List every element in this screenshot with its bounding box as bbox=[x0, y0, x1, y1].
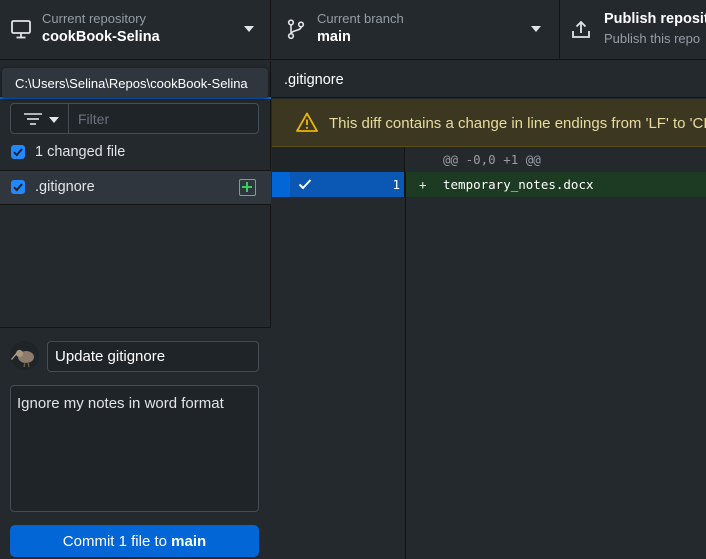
chevron-down-icon bbox=[531, 26, 541, 32]
branch-sub-label: Current branch bbox=[317, 11, 404, 26]
diff-file-name: .gitignore bbox=[284, 72, 344, 88]
diff-line[interactable]: 1 + temporary_notes.docx bbox=[272, 172, 706, 197]
commit-button-prefix: Commit 1 file to bbox=[62, 532, 172, 550]
filter-icon bbox=[24, 113, 42, 125]
commit-button-branch: main bbox=[171, 532, 207, 550]
check-icon bbox=[13, 148, 23, 157]
commit-form: Ignore my notes in word format Commit 1 … bbox=[0, 327, 271, 559]
line-selection-bar bbox=[272, 172, 290, 197]
current-repository-button[interactable]: Current repository cookBook-Selina bbox=[0, 0, 271, 60]
filter-bar bbox=[10, 103, 259, 134]
chevron-down-icon bbox=[244, 26, 254, 32]
kiwi-bird-icon bbox=[11, 349, 34, 368]
warning-text: This diff contains a change in line endi… bbox=[329, 115, 706, 132]
repository-path-tooltip: C:\Users\Selina\Repos\cookBook-Selina bbox=[2, 68, 268, 98]
repository-sub-label: Current repository bbox=[42, 11, 147, 26]
file-name: .gitignore bbox=[35, 179, 95, 195]
changed-files-header: 1 changed file bbox=[0, 139, 271, 171]
publish-title: Publish reposit bbox=[604, 11, 706, 27]
chevron-down-icon bbox=[49, 117, 59, 123]
desktop-icon bbox=[11, 20, 31, 39]
hunk-header-row: @@ -0,0 +1 @@ bbox=[272, 147, 706, 172]
check-icon bbox=[298, 179, 312, 190]
alert-icon bbox=[296, 112, 318, 132]
toolbar: Current repository cookBook-Selina Curre… bbox=[0, 0, 706, 60]
git-branch-icon bbox=[287, 19, 305, 40]
branch-name: main bbox=[317, 29, 351, 45]
avatar bbox=[10, 341, 39, 370]
line-sign: + bbox=[419, 177, 427, 192]
hunk-gutter bbox=[272, 147, 405, 172]
diff-view: .gitignore This diff contains a change i… bbox=[272, 61, 706, 559]
file-list-item[interactable]: .gitignore bbox=[0, 171, 271, 205]
changed-files-count: 1 changed file bbox=[35, 144, 126, 160]
commit-summary-input[interactable] bbox=[47, 341, 259, 372]
hunk-header: @@ -0,0 +1 @@ bbox=[443, 152, 541, 167]
check-icon bbox=[13, 183, 23, 192]
diff-header: .gitignore bbox=[272, 61, 706, 98]
file-checkbox[interactable] bbox=[11, 180, 25, 194]
line-select-gutter[interactable]: 1 bbox=[272, 172, 405, 197]
current-branch-button[interactable]: Current branch main bbox=[271, 0, 560, 60]
gutter-divider bbox=[405, 172, 406, 559]
line-content: temporary_notes.docx bbox=[443, 177, 594, 192]
line-ending-warning: This diff contains a change in line endi… bbox=[272, 99, 706, 147]
upload-icon bbox=[572, 20, 590, 38]
line-number: 1 bbox=[392, 177, 400, 192]
commit-button[interactable]: Commit 1 file to main bbox=[10, 525, 259, 557]
publish-repository-button[interactable]: Publish reposit Publish this repo bbox=[560, 0, 706, 60]
changes-sidebar: C:\Users\Selina\Repos\cookBook-Selina 1 … bbox=[0, 61, 271, 559]
select-all-checkbox[interactable] bbox=[11, 145, 25, 159]
filter-input[interactable] bbox=[68, 103, 259, 134]
commit-description-input[interactable]: Ignore my notes in word format bbox=[10, 385, 259, 512]
filter-options-button[interactable] bbox=[10, 103, 69, 134]
repository-name: cookBook-Selina bbox=[42, 29, 160, 45]
file-added-icon bbox=[239, 179, 256, 196]
publish-description: Publish this repo bbox=[604, 31, 701, 46]
